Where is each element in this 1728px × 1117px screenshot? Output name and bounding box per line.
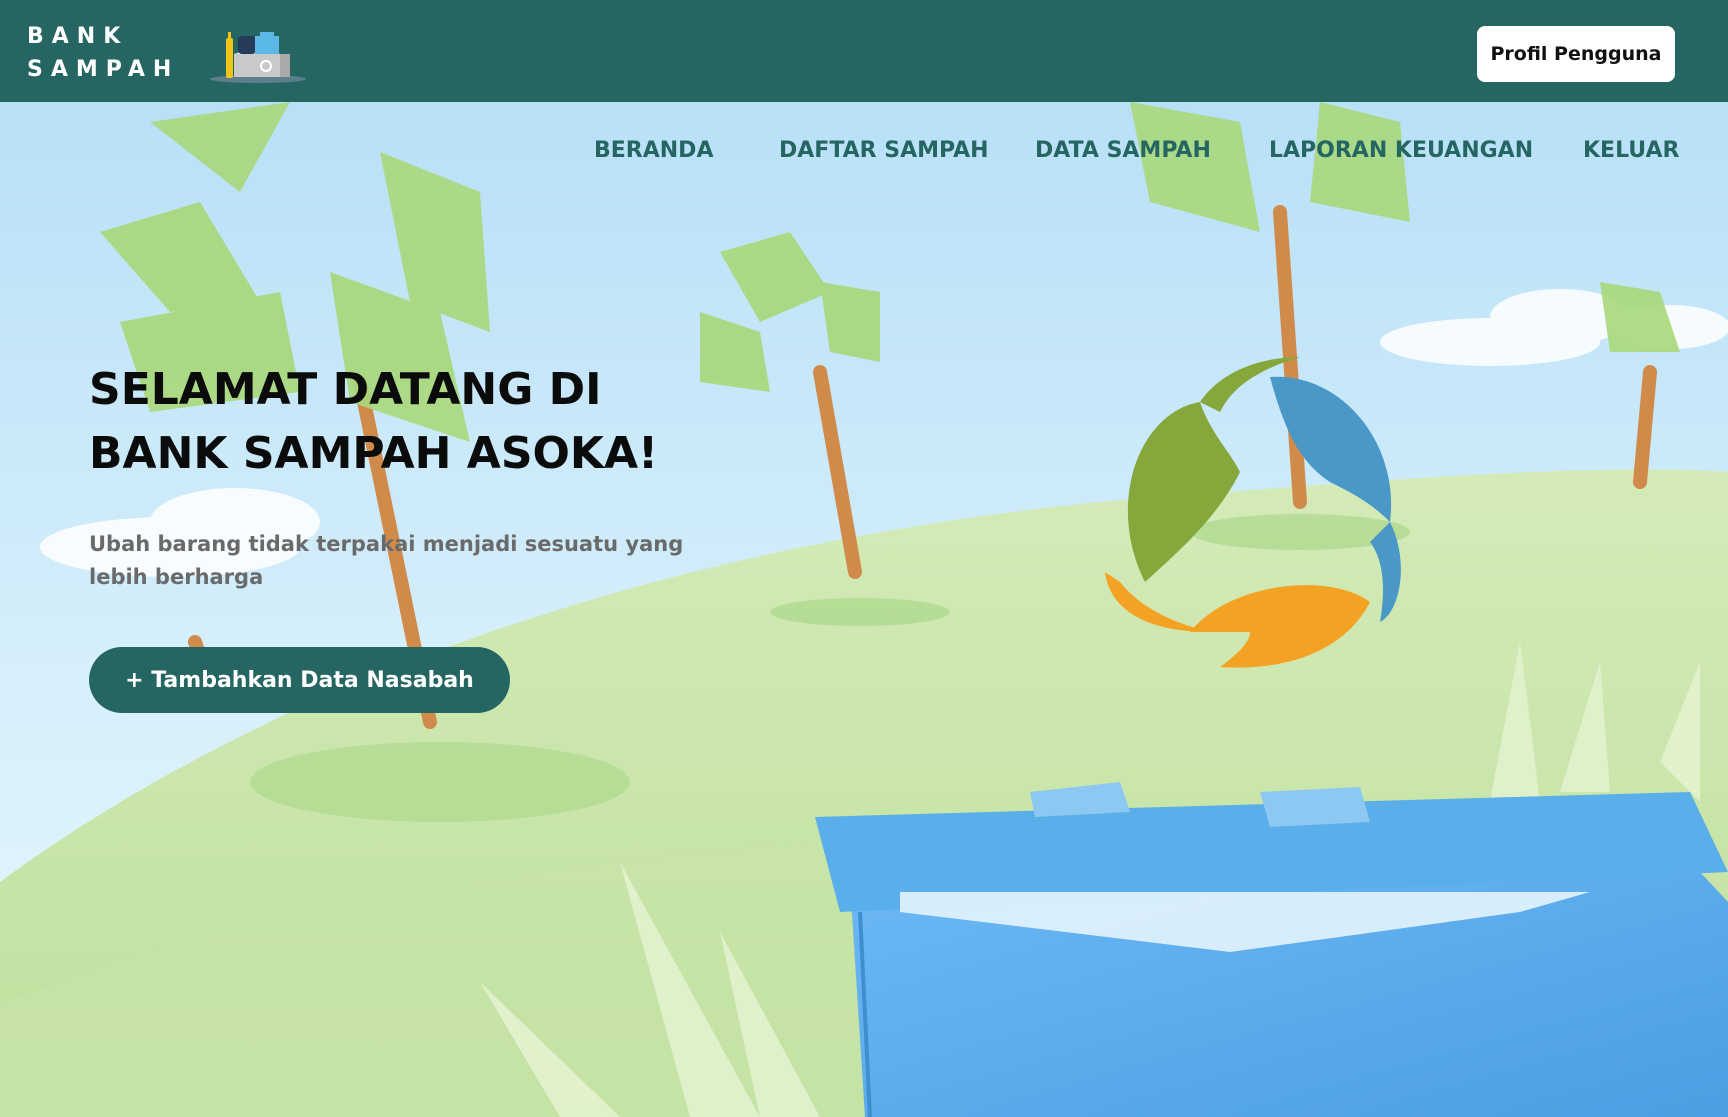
brand-line-1: BANK bbox=[27, 24, 129, 49]
hero-title-line-2: BANK SAMPAH ASOKA! bbox=[89, 428, 659, 479]
top-header: BANK SAMPAH Profil Pengguna bbox=[0, 0, 1728, 102]
profile-button[interactable]: Profil Pengguna bbox=[1477, 26, 1675, 82]
hero-background-illustration bbox=[0, 102, 1728, 1117]
nav-item-beranda[interactable]: BERANDA bbox=[594, 138, 713, 163]
main-nav: BERANDA DAFTAR SAMPAH DATA SAMPAH LAPORA… bbox=[0, 138, 1728, 178]
hero-subtitle: Ubah barang tidak terpakai menjadi sesua… bbox=[89, 532, 684, 589]
brand-name[interactable]: BANK SAMPAH bbox=[27, 20, 179, 86]
hero-section bbox=[0, 102, 1728, 1117]
brand-line-2: SAMPAH bbox=[27, 57, 180, 82]
nav-item-data-sampah[interactable]: DATA SAMPAH bbox=[1035, 138, 1211, 163]
hero-title: SELAMAT DATANG DI BANK SAMPAH ASOKA! bbox=[89, 358, 809, 486]
nav-item-keluar[interactable]: KELUAR bbox=[1583, 138, 1679, 163]
nav-item-laporan-keuangan[interactable]: LAPORAN KEUANGAN bbox=[1269, 138, 1533, 163]
recycle-leaves-icon bbox=[1105, 357, 1401, 668]
hero-title-line-1: SELAMAT DATANG DI bbox=[89, 364, 602, 415]
recycle-bins-icon bbox=[210, 32, 306, 83]
nav-item-daftar-sampah[interactable]: DAFTAR SAMPAH bbox=[779, 138, 989, 163]
add-customer-button[interactable]: + Tambahkan Data Nasabah bbox=[89, 647, 510, 713]
